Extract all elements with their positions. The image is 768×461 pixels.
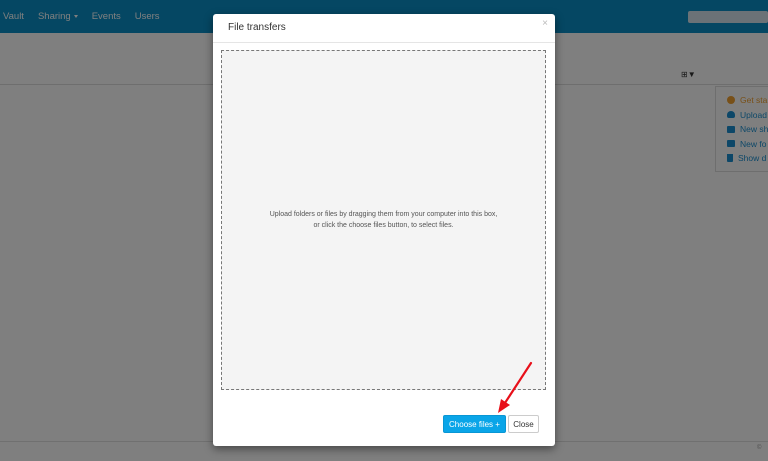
drop-zone-line-2: or click the choose files button, to sel… xyxy=(313,222,454,229)
choose-files-button[interactable]: Choose files + xyxy=(443,415,506,433)
annotation-arrow-icon xyxy=(498,361,533,413)
drop-zone-instructions: Upload folders or files by dragging them… xyxy=(270,209,498,231)
file-drop-zone[interactable]: Upload folders or files by dragging them… xyxy=(221,50,546,390)
close-button[interactable]: Close xyxy=(508,415,539,433)
close-icon[interactable]: × xyxy=(542,19,548,29)
modal-title: File transfers xyxy=(228,22,286,33)
modal-header: File transfers × xyxy=(213,14,555,43)
drop-zone-line-1: Upload folders or files by dragging them… xyxy=(269,211,498,218)
